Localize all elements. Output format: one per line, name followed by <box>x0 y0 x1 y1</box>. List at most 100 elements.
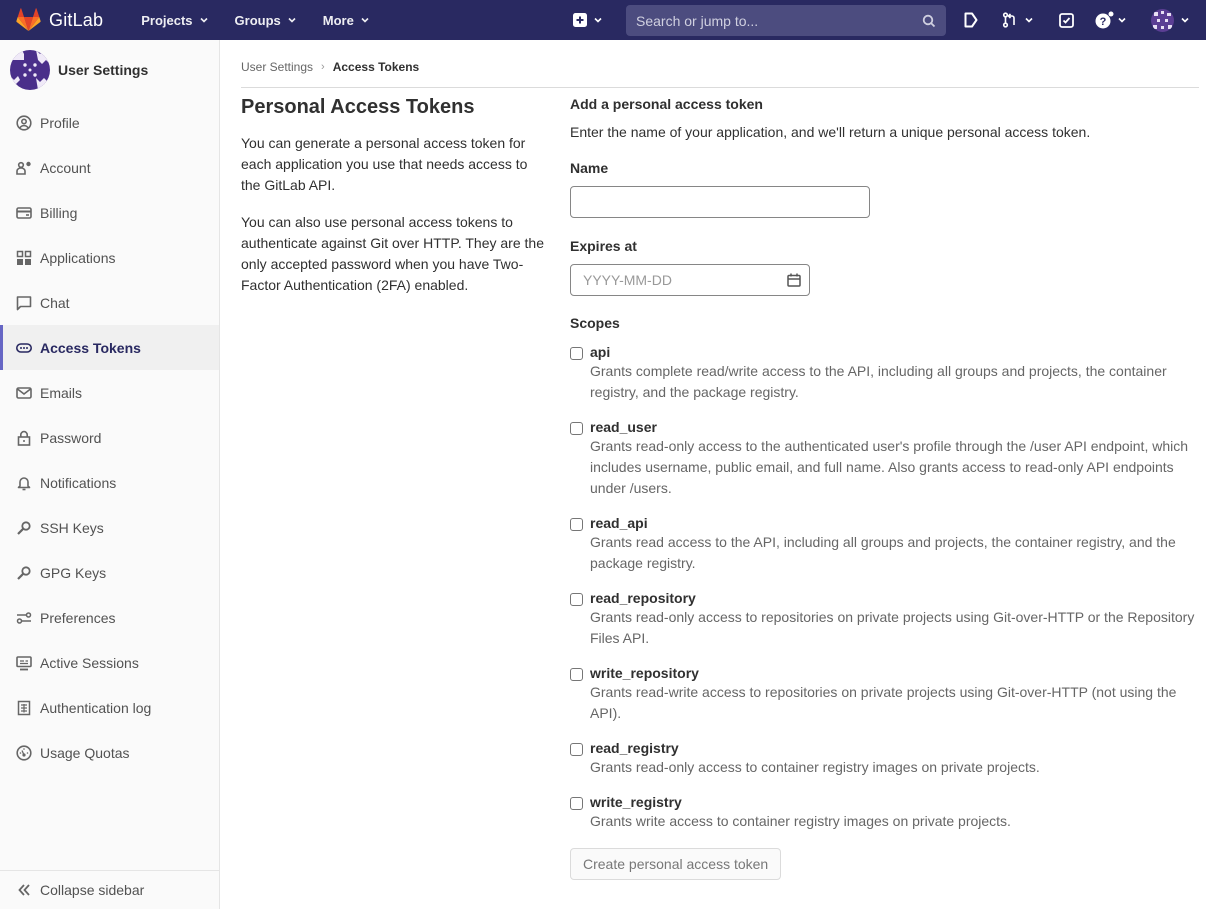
sidebar-item-preferences[interactable]: Preferences <box>0 595 219 640</box>
nav-more[interactable]: More <box>323 13 370 28</box>
intro-paragraph: You can also use personal access tokens … <box>241 214 544 293</box>
sidebar-title: User Settings <box>58 62 149 78</box>
nav-more-label: More <box>322 12 354 28</box>
sidebar-item-label: Chat <box>40 294 70 311</box>
key-icon <box>16 520 32 536</box>
sidebar-item-applications[interactable]: Applications <box>0 235 219 280</box>
log-icon <box>16 700 32 716</box>
sidebar-item-notifications[interactable]: Notifications <box>0 460 219 505</box>
brand-name: GitLab <box>49 9 104 30</box>
scope-read-repository: read_repository Grants read-only access … <box>570 590 1200 649</box>
search-icon <box>922 14 936 27</box>
intro-paragraph: You can generate a personal access token… <box>241 135 528 193</box>
nav-projects[interactable]: Projects <box>141 13 208 28</box>
collapse-sidebar-button[interactable]: Collapse sidebar <box>0 870 219 909</box>
create-token-button[interactable]: Create personal access token <box>570 848 782 880</box>
breadcrumb: User Settings › Access Tokens <box>241 48 1199 88</box>
scope-description: Grants read-only access to container reg… <box>590 759 1040 775</box>
scope-description: Grants read access to the API, including… <box>590 534 1176 571</box>
gitlab-logo[interactable]: GitLab <box>16 8 103 32</box>
chevron-double-left-icon <box>16 882 32 898</box>
chevron-down-icon <box>594 17 602 23</box>
issues-button[interactable] <box>963 0 979 40</box>
chevron-down-icon <box>199 17 208 23</box>
scope-description: Grants read-only access to the authentic… <box>590 438 1189 496</box>
sidebar-item-billing[interactable]: Billing <box>0 190 219 235</box>
sidebar-item-label: Account <box>40 159 91 176</box>
breadcrumb-access-tokens[interactable]: Access Tokens <box>333 60 420 74</box>
sidebar-item-authentication-log[interactable]: Authentication log <box>0 685 219 730</box>
nav-groups[interactable]: Groups <box>235 13 297 28</box>
sidebar-item-access-tokens[interactable]: Access Tokens <box>0 325 219 370</box>
account-icon <box>16 160 32 176</box>
monitor-icon <box>16 655 32 671</box>
scope-description: Grants read-write access to repositories… <box>590 684 1177 721</box>
add-token-form: Add a personal access token Enter the na… <box>570 96 1200 880</box>
scope-name: read_api <box>590 515 648 531</box>
sidebar-item-gpg-keys[interactable]: GPG Keys <box>0 550 219 595</box>
scope-name: write_repository <box>590 665 699 681</box>
sidebar-item-chat[interactable]: Chat <box>0 280 219 325</box>
nav-projects-label: Projects <box>141 12 193 28</box>
sidebar-item-label: Preferences <box>40 609 116 626</box>
settings-sidebar: User Settings Profile Account Billing Ap… <box>0 40 220 909</box>
user-menu-dropdown[interactable] <box>1151 0 1190 40</box>
sidebar-item-account[interactable]: Account <box>0 145 219 190</box>
todos-button[interactable] <box>1059 0 1074 40</box>
token-icon <box>16 340 32 356</box>
breadcrumb-user-settings[interactable]: User Settings <box>241 60 313 74</box>
sidebar-item-ssh-keys[interactable]: SSH Keys <box>0 505 219 550</box>
plus-square-icon <box>573 13 587 27</box>
sidebar-item-password[interactable]: Password <box>0 415 219 460</box>
help-dropdown[interactable]: ? <box>1095 0 1127 40</box>
token-name-input[interactable] <box>570 186 870 218</box>
chevron-down-icon <box>361 17 369 23</box>
intro-section: Personal Access Tokens You can generate … <box>241 96 546 312</box>
new-item-dropdown[interactable] <box>573 0 603 40</box>
sidebar-item-label: Billing <box>40 204 78 221</box>
applications-icon <box>16 250 32 266</box>
calendar-icon[interactable] <box>787 273 801 287</box>
scope-read-user: read_user Grants read-only access to the… <box>570 419 1200 499</box>
key-icon <box>16 565 32 581</box>
scope-read-api-checkbox[interactable] <box>570 518 583 531</box>
sidebar-header[interactable]: User Settings <box>0 40 219 100</box>
scope-description: Grants complete read/write access to the… <box>590 363 1167 400</box>
sidebar-item-usage-quotas[interactable]: Usage Quotas <box>0 730 219 775</box>
chevron-down-icon <box>1118 17 1126 23</box>
scope-read-registry-checkbox[interactable] <box>570 743 583 756</box>
expires-at-input[interactable]: YYYY-MM-DD <box>570 264 810 296</box>
sidebar-item-active-sessions[interactable]: Active Sessions <box>0 640 219 685</box>
quota-icon <box>16 744 32 761</box>
tanuki-logo-icon <box>16 8 41 31</box>
scopes-label: Scopes <box>570 315 620 331</box>
scope-read-repository-checkbox[interactable] <box>570 593 583 606</box>
merge-requests-dropdown[interactable] <box>1002 0 1034 40</box>
scope-api-checkbox[interactable] <box>570 347 583 360</box>
name-label: Name <box>570 160 609 176</box>
help-icon: ? <box>1095 11 1114 29</box>
scope-name: read_repository <box>590 590 696 606</box>
sidebar-item-label: Authentication log <box>40 699 152 716</box>
mail-icon <box>16 385 32 401</box>
search-input[interactable]: Search or jump to... <box>626 5 946 36</box>
avatar-identicon <box>10 50 50 90</box>
scope-description: Grants write access to container registr… <box>590 813 1011 829</box>
sidebar-item-label: Usage Quotas <box>40 744 130 761</box>
comment-icon <box>16 295 32 311</box>
sidebar-item-emails[interactable]: Emails <box>0 370 219 415</box>
page-title: Personal Access Tokens <box>241 96 475 118</box>
scope-write-repository-checkbox[interactable] <box>570 668 583 681</box>
scope-read-user-checkbox[interactable] <box>570 422 583 435</box>
sidebar-item-label: SSH Keys <box>40 519 104 536</box>
scope-read-registry: read_registry Grants read-only access to… <box>570 740 1200 778</box>
expires-label: Expires at <box>570 238 637 254</box>
form-subheading: Enter the name of your application, and … <box>570 124 1091 140</box>
scope-write-registry-checkbox[interactable] <box>570 797 583 810</box>
sidebar-item-label: Password <box>40 429 102 446</box>
user-avatar <box>1151 8 1174 32</box>
sidebar-item-profile[interactable]: Profile <box>0 100 219 145</box>
merge-request-icon <box>1002 12 1015 28</box>
collapse-sidebar-label: Collapse sidebar <box>40 882 145 898</box>
chevron-down-icon <box>288 17 296 23</box>
